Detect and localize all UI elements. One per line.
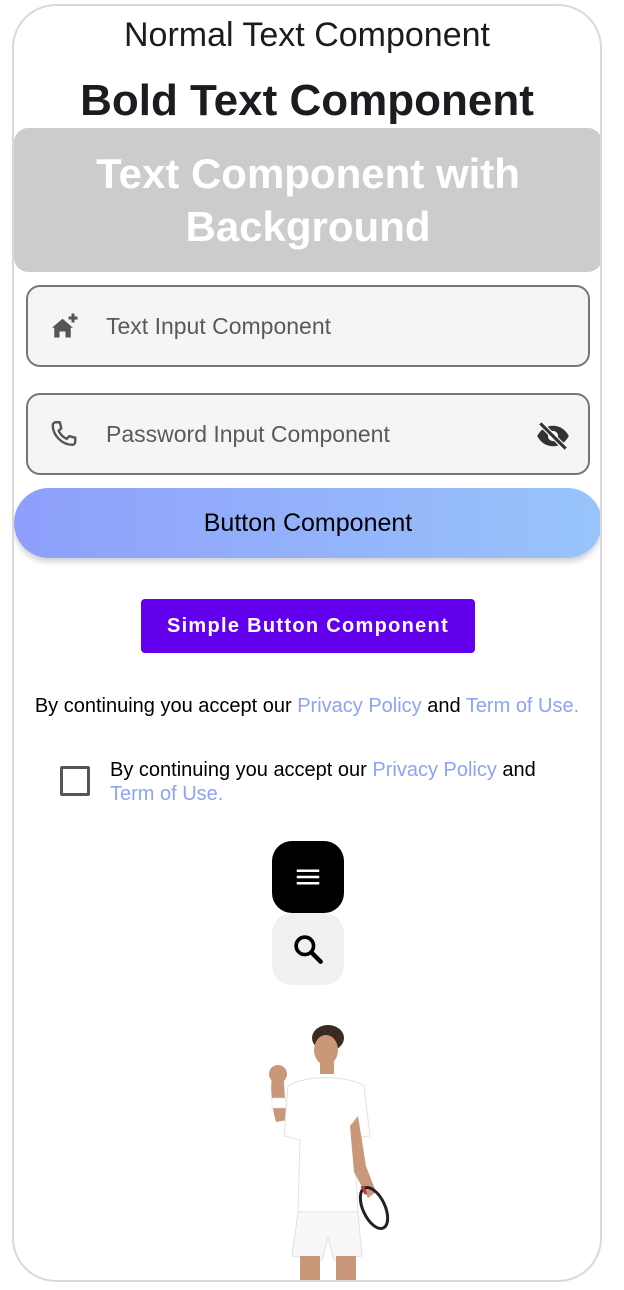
search-fab[interactable]	[272, 913, 344, 985]
privacy-policy-link[interactable]: Privacy Policy	[297, 695, 421, 717]
checkbox-terms-label: By continuing you accept our Privacy Pol…	[110, 758, 580, 806]
menu-icon	[296, 869, 320, 885]
terms-and: and	[421, 695, 466, 717]
text-input-placeholder: Text Input Component	[106, 313, 332, 339]
checkbox-terms-of-use-link[interactable]: Term of Use.	[110, 783, 223, 805]
normal-text: Normal Text Component	[124, 16, 490, 54]
visibility-off-icon[interactable]	[534, 417, 572, 455]
gradient-button[interactable]: Button Component	[14, 488, 600, 558]
phone-icon	[51, 421, 77, 446]
screen: Normal Text Component Bold Text Componen…	[12, 4, 602, 1282]
text-input[interactable]: Text Input Component	[26, 285, 590, 367]
terms-prefix: By continuing you accept our	[34, 695, 298, 717]
home-add-icon	[52, 313, 78, 338]
tennis-player-image	[269, 1025, 390, 1280]
background-text: Text Component with Background	[96, 150, 520, 250]
search-icon	[294, 935, 323, 964]
checkbox-terms-prefix: By continuing you accept our	[110, 759, 373, 781]
simple-button[interactable]: Simple Button Component	[141, 599, 475, 653]
password-input-placeholder: Password Input Component	[106, 421, 390, 447]
checkbox-privacy-policy-link[interactable]: Privacy Policy	[372, 759, 496, 781]
terms-checkbox[interactable]	[60, 766, 90, 796]
bold-text: Bold Text Component	[80, 76, 534, 125]
background-text-box: Text Component with Background	[14, 128, 600, 272]
terms-text: By continuing you accept our Privacy Pol…	[14, 695, 600, 718]
menu-fab[interactable]	[272, 841, 344, 913]
checkbox-terms-and: and	[496, 759, 536, 781]
terms-of-use-link[interactable]: Term of Use.	[466, 695, 579, 717]
password-input[interactable]: Password Input Component	[26, 393, 590, 475]
